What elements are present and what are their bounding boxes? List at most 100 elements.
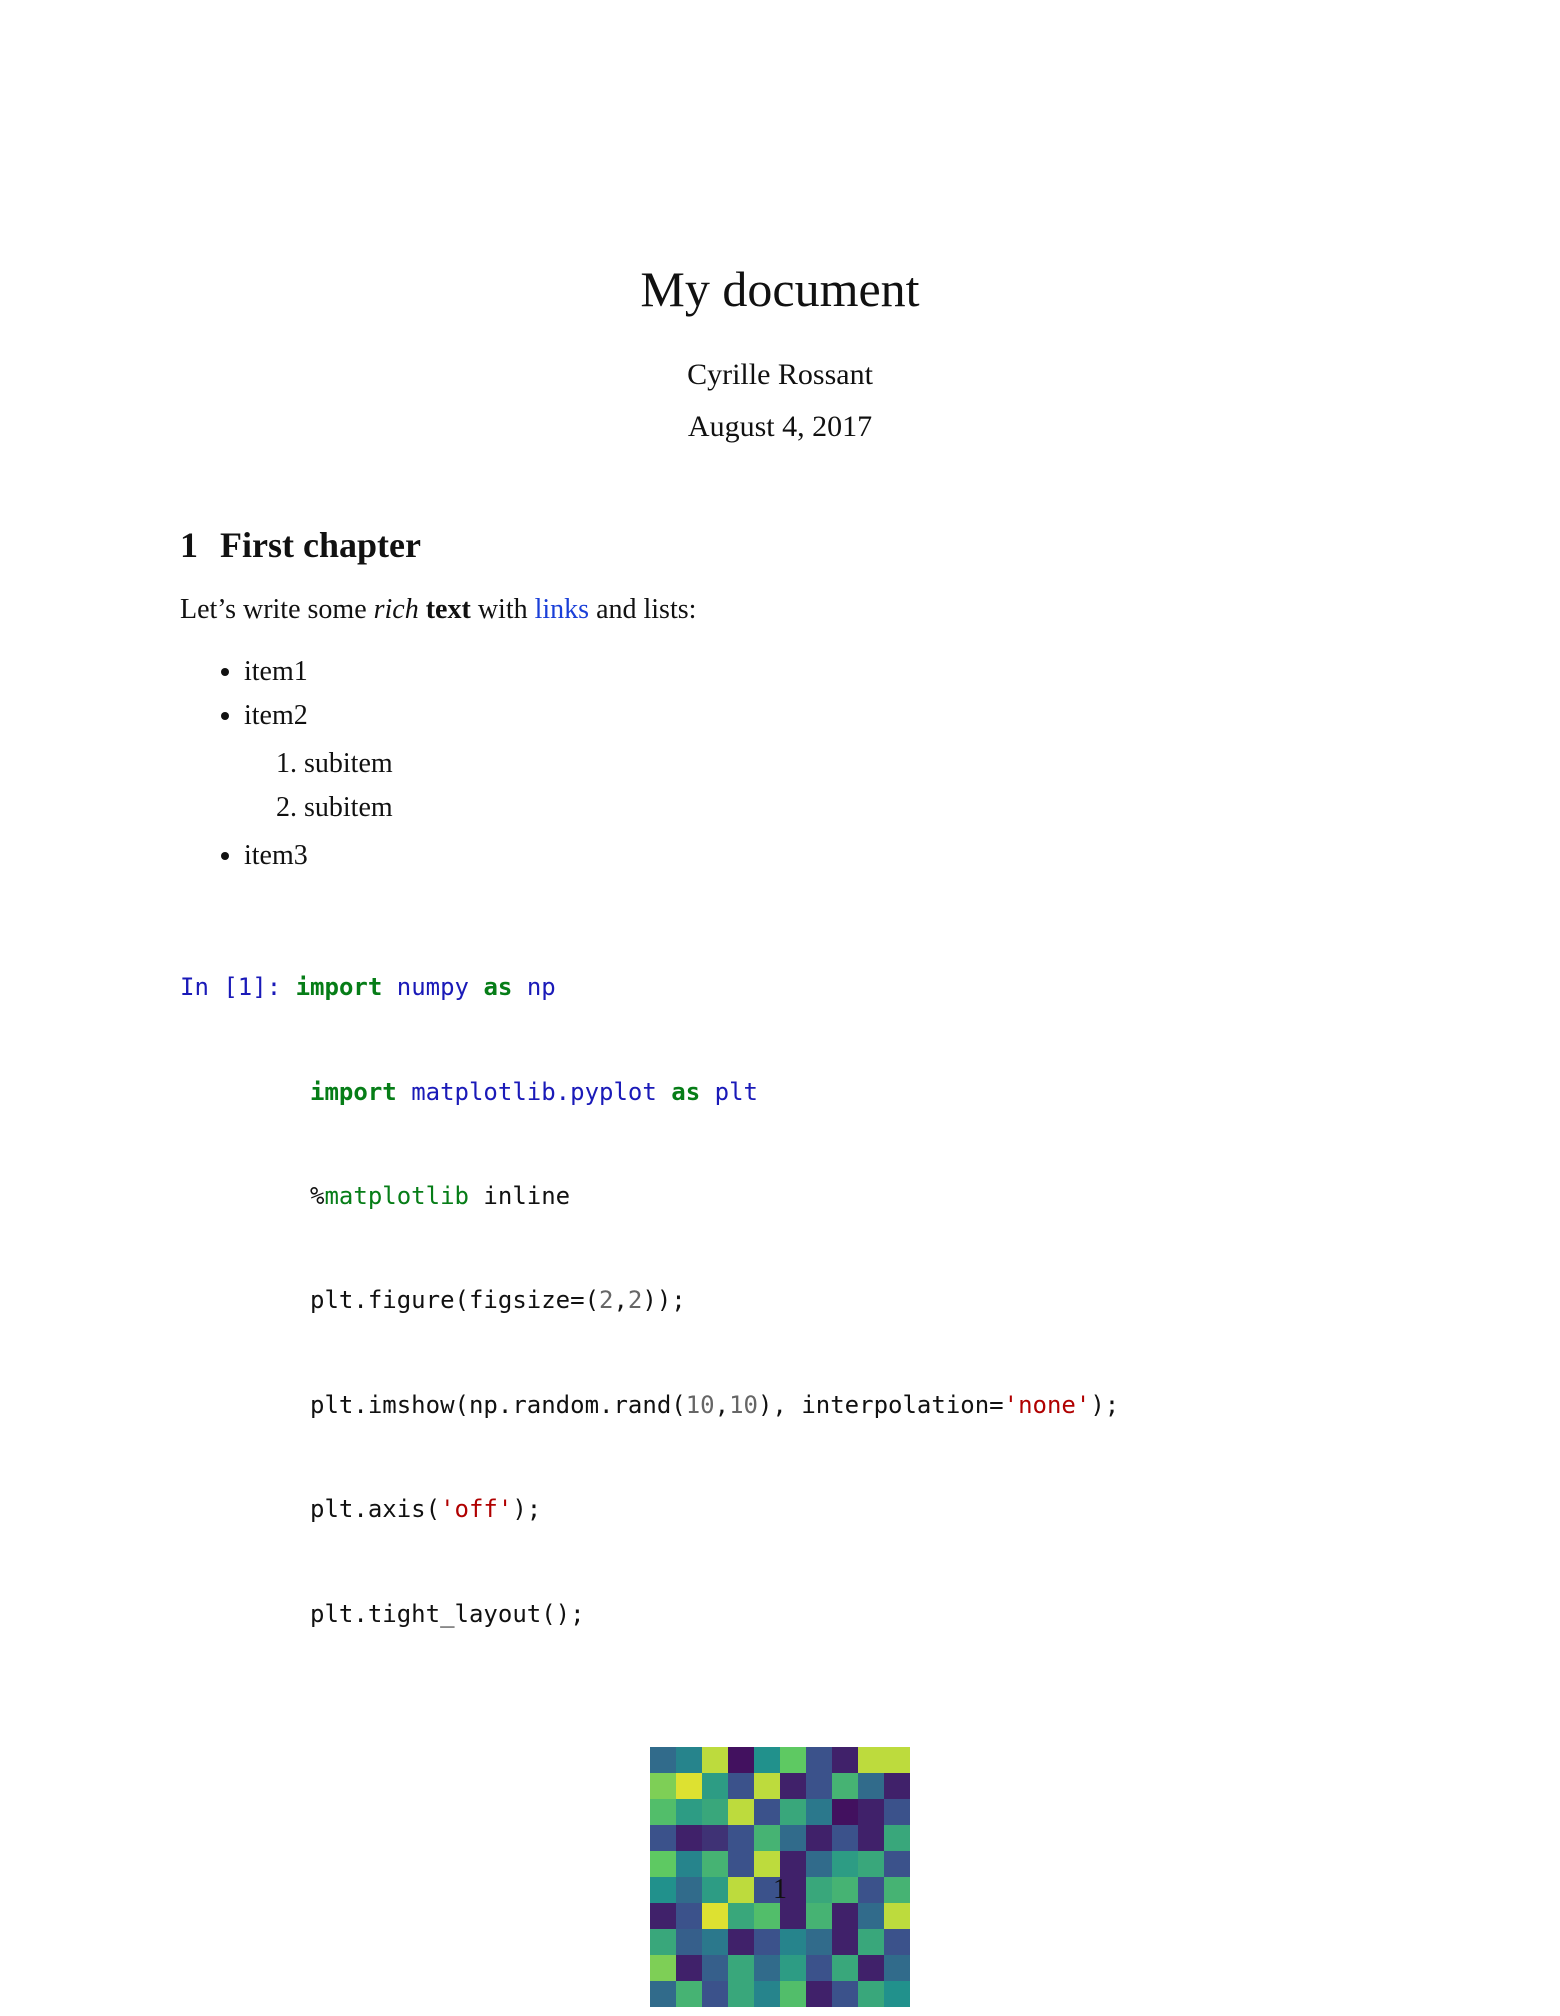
heatmap-cell <box>858 1929 884 1955</box>
heatmap-cell <box>806 1955 832 1981</box>
heatmap-cell <box>754 1825 780 1851</box>
heatmap-cell <box>780 1825 806 1851</box>
list-item: item3 <box>244 835 1380 877</box>
heatmap-cell <box>806 1747 832 1773</box>
text-prefix: Let’s write some <box>180 594 374 625</box>
heatmap-cell <box>858 1825 884 1851</box>
heatmap-cell <box>650 1747 676 1773</box>
heatmap-cell <box>754 1929 780 1955</box>
text-link[interactable]: links <box>535 594 589 625</box>
heatmap-cell <box>676 1929 702 1955</box>
heatmap-cell <box>676 1981 702 2007</box>
heatmap-cell <box>884 1825 910 1851</box>
heatmap-cell <box>832 1929 858 1955</box>
heatmap-cell <box>702 1981 728 2007</box>
heatmap-cell <box>676 1747 702 1773</box>
input-prompt: In [1]: <box>180 973 296 1001</box>
heatmap-cell <box>884 1981 910 2007</box>
text-bold: text <box>426 594 471 625</box>
heatmap-cell <box>702 1903 728 1929</box>
heatmap-cell <box>832 1903 858 1929</box>
heatmap-cell <box>754 1747 780 1773</box>
heatmap-cell <box>832 1955 858 1981</box>
heatmap-cell <box>702 1747 728 1773</box>
heatmap-cell <box>702 1929 728 1955</box>
heatmap-cell <box>780 1903 806 1929</box>
list-item: subitem <box>304 743 1380 785</box>
page-number: 1 <box>0 1874 1560 1906</box>
heatmap-cell <box>754 1955 780 1981</box>
heatmap-cell <box>832 1981 858 2007</box>
heatmap-cell <box>884 1799 910 1825</box>
heatmap-cell <box>728 1773 754 1799</box>
heatmap-cell <box>832 1747 858 1773</box>
heatmap-cell <box>676 1955 702 1981</box>
heatmap-cell <box>728 1747 754 1773</box>
heatmap-cell <box>676 1773 702 1799</box>
intro-paragraph: Let’s write some rich text with links an… <box>180 590 1380 631</box>
section-heading: 1 First chapter <box>180 524 1380 566</box>
page: My document Cyrille Rossant August 4, 20… <box>0 0 1560 2016</box>
bullet-list: item1 item2 subitem subitem item3 <box>244 651 1380 877</box>
list-item: item2 subitem subitem <box>244 695 1380 829</box>
heatmap-cell <box>728 1903 754 1929</box>
heatmap-cell <box>702 1825 728 1851</box>
heatmap-cell <box>832 1773 858 1799</box>
heatmap-cell <box>676 1825 702 1851</box>
heatmap-cell <box>858 1799 884 1825</box>
heatmap-cell <box>806 1825 832 1851</box>
section-title: First chapter <box>220 525 421 565</box>
list-item: item1 <box>244 651 1380 693</box>
heatmap-cell <box>780 1799 806 1825</box>
list-item: subitem <box>304 787 1380 829</box>
ordered-sublist: subitem subitem <box>304 743 1380 829</box>
document-title: My document <box>180 260 1380 318</box>
heatmap-cell <box>780 1955 806 1981</box>
heatmap-cell <box>832 1825 858 1851</box>
section-number: 1 <box>180 524 198 566</box>
heatmap-cell <box>754 1903 780 1929</box>
heatmap-cell <box>728 1825 754 1851</box>
heatmap-cell <box>806 1903 832 1929</box>
heatmap-cell <box>754 1981 780 2007</box>
heatmap-cell <box>728 1955 754 1981</box>
heatmap-cell <box>650 1773 676 1799</box>
text-italic: rich <box>374 594 419 625</box>
heatmap-cell <box>806 1929 832 1955</box>
heatmap-cell <box>884 1903 910 1929</box>
heatmap-cell <box>650 1799 676 1825</box>
document-date: August 4, 2017 <box>180 410 1380 444</box>
heatmap-cell <box>780 1773 806 1799</box>
heatmap-cell <box>702 1955 728 1981</box>
heatmap-cell <box>858 1773 884 1799</box>
heatmap-cell <box>650 1981 676 2007</box>
heatmap-cell <box>884 1955 910 1981</box>
heatmap-cell <box>650 1825 676 1851</box>
heatmap-cell <box>806 1799 832 1825</box>
heatmap-cell <box>806 1773 832 1799</box>
heatmap-cell <box>806 1981 832 2007</box>
heatmap-cell <box>884 1929 910 1955</box>
heatmap-cell <box>832 1799 858 1825</box>
heatmap-cell <box>650 1929 676 1955</box>
heatmap-cell <box>728 1799 754 1825</box>
heatmap-cell <box>858 1981 884 2007</box>
heatmap-cell <box>702 1773 728 1799</box>
heatmap-cell <box>754 1799 780 1825</box>
heatmap-cell <box>884 1747 910 1773</box>
heatmap-cell <box>754 1773 780 1799</box>
heatmap-cell <box>858 1903 884 1929</box>
heatmap-cell <box>676 1799 702 1825</box>
heatmap-cell <box>650 1955 676 1981</box>
code-cell: In [1]: import numpy as np import matplo… <box>180 901 1380 1701</box>
heatmap-cell <box>858 1747 884 1773</box>
heatmap-cell <box>728 1981 754 2007</box>
heatmap-cell <box>780 1981 806 2007</box>
heatmap-cell <box>780 1929 806 1955</box>
heatmap-cell <box>884 1773 910 1799</box>
heatmap-cell <box>676 1903 702 1929</box>
document-author: Cyrille Rossant <box>180 358 1380 392</box>
heatmap-cell <box>858 1955 884 1981</box>
heatmap-cell <box>728 1929 754 1955</box>
heatmap-cell <box>780 1747 806 1773</box>
